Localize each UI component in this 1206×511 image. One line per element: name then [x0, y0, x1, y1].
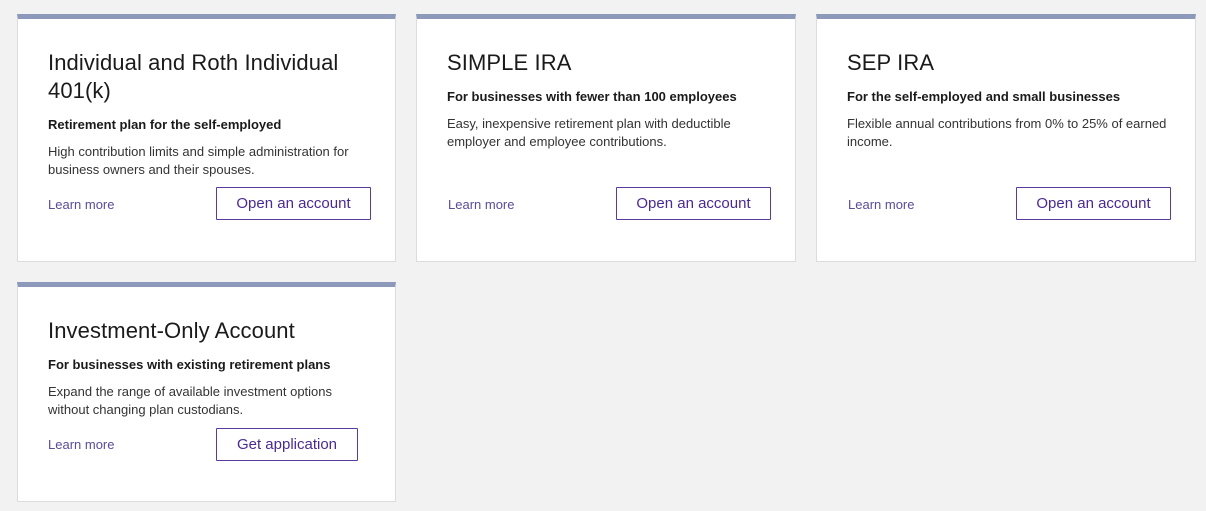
- card-subtitle: For the self-employed and small business…: [847, 89, 1121, 104]
- card-description: Expand the range of available investment…: [48, 384, 333, 417]
- get-application-button[interactable]: Get application: [216, 428, 358, 461]
- card-title: Individual and Roth Individual 401(k): [48, 50, 339, 103]
- plan-card-individual-401k: Individual and Roth Individual 401(k) Re…: [17, 14, 396, 262]
- open-account-button[interactable]: Open an account: [216, 187, 371, 220]
- learn-more-link[interactable]: Learn more: [448, 197, 514, 213]
- plan-card-investment-only: Investment-Only Account For businesses w…: [17, 282, 396, 502]
- learn-more-link[interactable]: Learn more: [48, 437, 114, 453]
- card-description: Easy, inexpensive retirement plan with d…: [447, 116, 731, 149]
- open-account-button[interactable]: Open an account: [1016, 187, 1171, 220]
- learn-more-link[interactable]: Learn more: [848, 197, 914, 213]
- card-title: SIMPLE IRA: [447, 50, 572, 75]
- plan-card-simple-ira: SIMPLE IRA For businesses with fewer tha…: [416, 14, 796, 262]
- card-subtitle: For businesses with fewer than 100 emplo…: [447, 89, 737, 104]
- learn-more-link[interactable]: Learn more: [48, 197, 114, 213]
- card-description: Flexible annual contributions from 0% to…: [847, 116, 1167, 149]
- card-title: SEP IRA: [847, 50, 935, 75]
- card-subtitle: Retirement plan for the self-employed: [48, 117, 282, 132]
- card-subtitle: For businesses with existing retirement …: [48, 357, 331, 372]
- open-account-button[interactable]: Open an account: [616, 187, 771, 220]
- card-title: Investment-Only Account: [48, 318, 295, 343]
- card-description: High contribution limits and simple admi…: [48, 144, 349, 177]
- plan-card-sep-ira: SEP IRA For the self-employed and small …: [816, 14, 1196, 262]
